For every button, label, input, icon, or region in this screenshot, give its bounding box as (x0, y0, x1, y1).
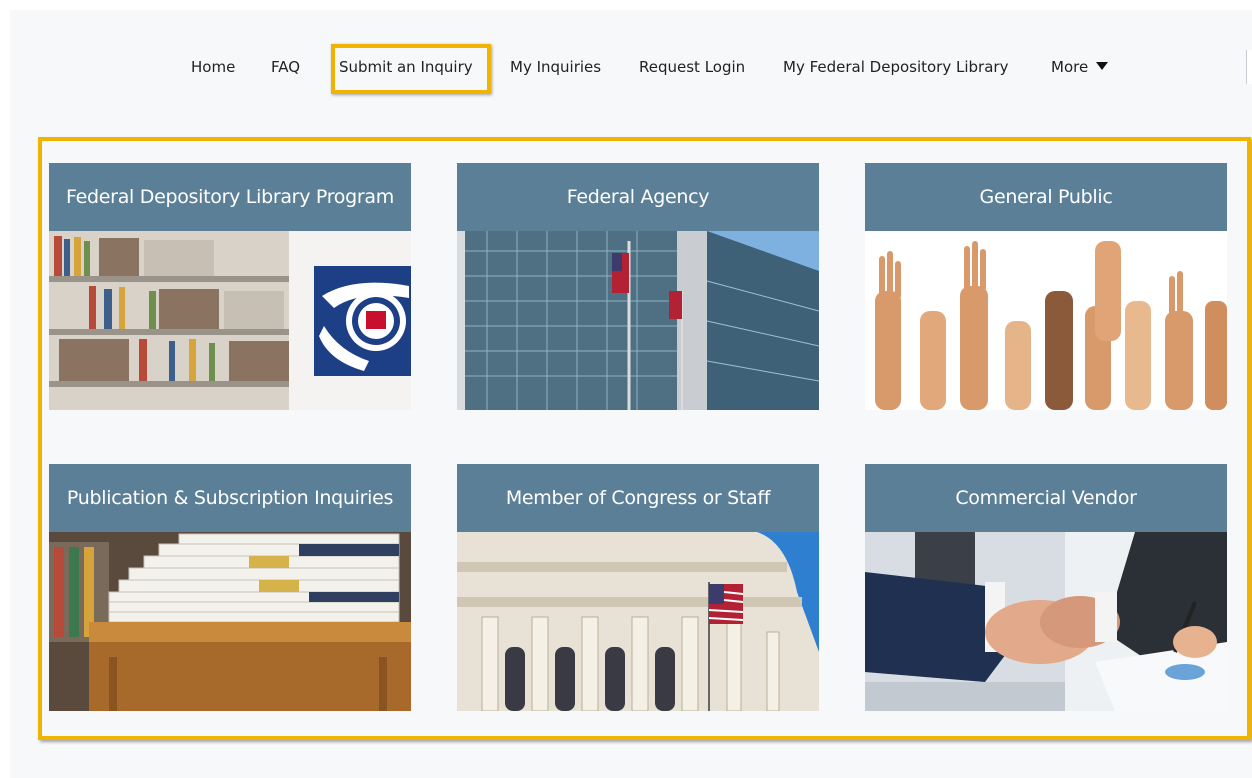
card-general-public-title: General Public (865, 163, 1227, 231)
caret-down-icon (1096, 62, 1109, 70)
nav-more-label: More (1051, 58, 1089, 76)
stacked-books-image (49, 532, 411, 711)
nav-request-login[interactable]: Request Login (639, 58, 745, 76)
card-member-of-congress[interactable]: Member of Congress or Staff (457, 464, 819, 711)
nav-more-menu[interactable]: More (1051, 58, 1109, 76)
card-commercial-vendor[interactable]: Commercial Vendor (865, 464, 1227, 711)
card-federal-agency[interactable]: Federal Agency (457, 163, 819, 410)
nav-my-federal-depository-library[interactable]: My Federal Depository Library (783, 58, 1008, 76)
card-general-public[interactable]: General Public (865, 163, 1227, 410)
top-navigation: Home FAQ Submit an Inquiry My Inquiries … (0, 50, 1252, 84)
card-member-of-congress-title: Member of Congress or Staff (457, 464, 819, 532)
card-fdlp-title: Federal Depository Library Program (49, 163, 411, 231)
card-commercial-vendor-title: Commercial Vendor (865, 464, 1227, 532)
card-publication-subscription[interactable]: Publication & Subscription Inquiries (49, 464, 411, 711)
nav-home[interactable]: Home (191, 58, 235, 76)
capitol-dome-image (457, 532, 819, 711)
card-fdlp[interactable]: Federal Depository Library Program (49, 163, 411, 410)
office-building-image (457, 231, 819, 410)
card-federal-agency-title: Federal Agency (457, 163, 819, 231)
nav-search-edge (1246, 50, 1252, 84)
nav-my-inquiries[interactable]: My Inquiries (510, 58, 601, 76)
submit-inquiry-highlight (331, 44, 491, 94)
nav-faq[interactable]: FAQ (271, 58, 300, 76)
card-publication-subscription-title: Publication & Subscription Inquiries (49, 464, 411, 532)
raised-hands-image (865, 231, 1227, 410)
library-shelves-image (49, 231, 411, 410)
handshake-image (865, 532, 1227, 711)
